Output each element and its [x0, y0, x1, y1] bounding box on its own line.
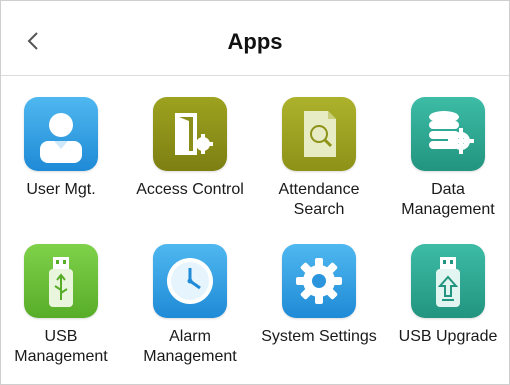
database-gear-icon	[411, 97, 485, 171]
app-attendance-search[interactable]: Attendance Search	[255, 97, 383, 220]
app-access-control[interactable]: Access Control	[126, 97, 254, 200]
page-title: Apps	[227, 29, 283, 54]
app-usb-upgrade[interactable]: USB Upgrade	[384, 244, 510, 347]
clock-icon	[153, 244, 227, 318]
app-label: Data Management	[401, 181, 495, 218]
app-user-mgt[interactable]: User Mgt.	[0, 97, 125, 200]
header-bar: Apps	[1, 1, 509, 76]
app-data-management[interactable]: Data Management	[384, 97, 510, 220]
apps-screen: Apps User Mgt. Access Control Attendance…	[0, 0, 510, 385]
app-system-settings[interactable]: System Settings	[255, 244, 383, 347]
app-usb-management[interactable]: USB Management	[0, 244, 125, 367]
app-label: USB Upgrade	[398, 328, 498, 345]
app-label: Attendance Search	[278, 181, 360, 218]
usb-upgrade-icon	[411, 244, 485, 318]
app-label: Access Control	[136, 181, 244, 198]
usb-drive-icon	[24, 244, 98, 318]
user-icon	[24, 97, 98, 171]
door-gear-icon	[153, 97, 227, 171]
gear-icon	[282, 244, 356, 318]
document-search-icon	[282, 97, 356, 171]
app-label: System Settings	[261, 328, 377, 345]
app-label: Alarm Management	[143, 328, 237, 365]
app-label: User Mgt.	[26, 181, 96, 198]
app-label: USB Management	[14, 328, 108, 365]
app-alarm-management[interactable]: Alarm Management	[126, 244, 254, 367]
